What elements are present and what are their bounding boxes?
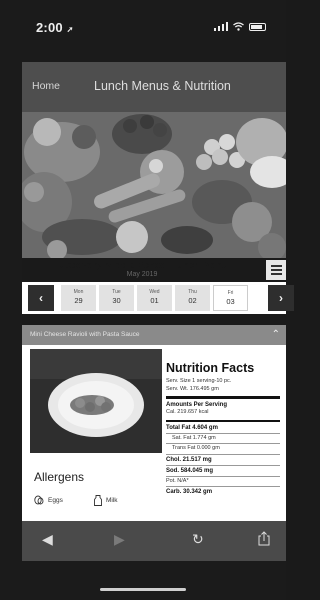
nav-bar: Home Lunch Menus & Nutrition [22,62,286,112]
nutrition-divider [166,396,280,399]
carbohydrates: Carb. 30.342 gm [166,489,213,495]
dish-card: Mini Cheese Ravioli with Pasta Sauce ⌃ A… [22,325,286,521]
total-fat: Total Fat 4.604 gm [166,424,218,431]
allergens-title: Allergens [34,470,85,484]
day-number: 02 [188,296,197,305]
ravioli-plate-photo [30,349,162,453]
signal-icon [213,22,228,31]
battery-icon [249,22,266,31]
dish-title: Mini Cheese Ravioli with Pasta Sauce [30,331,140,338]
share-icon[interactable] [258,531,270,549]
cholesterol: Chol. 21.517 mg [166,456,212,463]
potassium: Pot. N/A* [166,477,189,484]
chevron-up-icon[interactable]: ⌃ [272,329,280,340]
hamburger-menu-icon[interactable] [266,260,286,280]
serving-weight: Serv. Wt. 176.495 gm [166,385,219,392]
amounts-label: Amounts Per Serving [166,402,228,408]
day-number: 29 [74,296,83,305]
egg-icon [34,495,44,505]
week-selector: ‹ Mon 29 Tue 30 Wed 01 Thu 02 Fri 03 › [22,282,294,314]
milk-icon [94,495,102,506]
day-thu[interactable]: Thu 02 [175,285,210,311]
saturated-fat: Sat. Fat 1.774 gm [172,434,216,441]
day-wed[interactable]: Wed 01 [137,285,172,311]
day-name: Mon [73,289,84,295]
nutrition-rule [166,486,280,487]
chevron-right-icon: › [279,291,283,305]
browser-toolbar: ◀ ▶ ↻ [22,521,286,561]
back-arrow-icon[interactable]: ◀ [42,531,53,548]
nutrition-rule [166,432,280,434]
home-indicator[interactable] [100,588,186,591]
day-name: Fri [227,290,234,296]
menu-month: May 2019 [126,271,158,278]
day-number: 01 [150,296,159,305]
day-name: Tue [112,289,121,295]
nutrition-rule [166,475,280,477]
day-mon[interactable]: Mon 29 [61,285,96,311]
chevron-left-icon: ‹ [39,291,43,305]
fruits-vegetables-photo [22,112,286,258]
home-link[interactable]: Home [32,80,60,92]
status-icons [213,22,266,31]
previous-week-button[interactable]: ‹ [28,285,54,311]
day-tue[interactable]: Tue 30 [99,285,134,311]
nutrition-rule [166,453,280,455]
dish-header[interactable]: Mini Cheese Ravioli with Pasta Sauce ⌃ [22,325,286,345]
trans-fat: Trans Fat 0.000 gm [172,445,220,451]
bottom-strip [0,561,286,600]
serving-size: Serv. Size 1 serving-10 pc. [166,378,232,384]
calories: Cal. 219.657 kcal [166,409,209,415]
nutrition-rule [166,464,280,466]
day-number: 03 [226,297,235,306]
next-week-button[interactable]: › [268,285,294,311]
reload-icon[interactable]: ↻ [192,531,204,548]
hero-image [22,112,286,258]
day-list: Mon 29 Tue 30 Wed 01 Thu 02 Fri 03 [61,285,248,311]
status-time: 2:00 ➚ [36,20,74,35]
left-gutter [0,62,22,561]
wifi-icon [233,22,244,31]
page-title: Lunch Menus & Nutrition [94,79,231,93]
sodium: Sod. 584.045 mg [166,467,214,474]
status-bar: 2:00 ➚ [0,0,286,62]
allergen-milk: Milk [94,495,118,506]
forward-arrow-icon[interactable]: ▶ [114,531,125,548]
nutrition-facts-panel: Nutrition Facts Serv. Size 1 serving-10 … [166,361,280,496]
allergen-eggs: Eggs [34,495,63,505]
nutrition-title: Nutrition Facts [166,361,255,375]
nutrition-rule [166,443,280,444]
day-name: Thu [188,289,197,295]
menu-title: Discovery Middle School Lunch Menu [56,260,228,271]
location-arrow-icon: ➚ [66,25,74,34]
nutrition-divider [166,419,280,422]
day-name: Wed [149,289,160,295]
day-fri[interactable]: Fri 03 [213,285,248,311]
allergen-label: Milk [106,497,118,504]
allergen-label: Eggs [48,496,63,504]
day-number: 30 [112,296,121,305]
